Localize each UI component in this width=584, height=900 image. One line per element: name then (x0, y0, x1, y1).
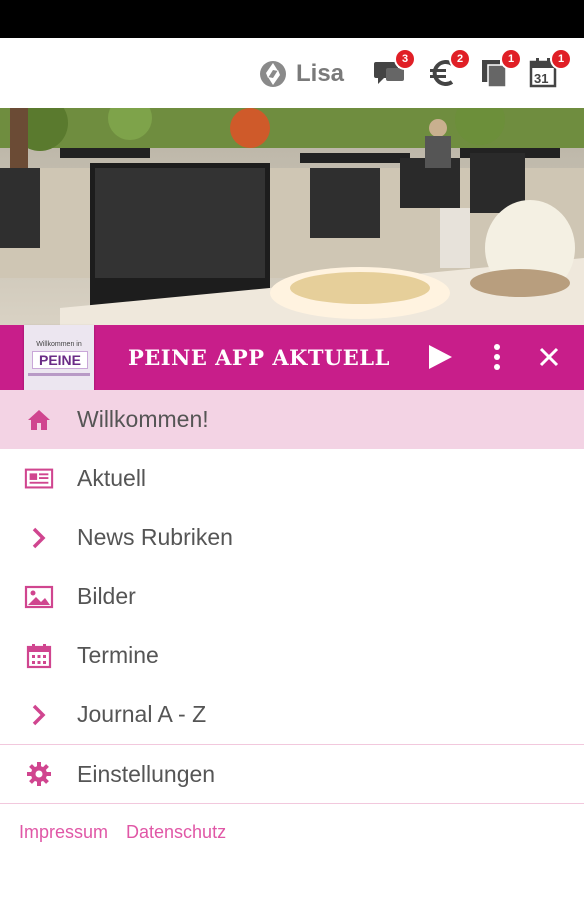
app-bar: Willkommen in PEINE PEINE APP AKTUELL (0, 325, 584, 391)
user-name: Lisa (296, 60, 345, 87)
close-button[interactable] (533, 341, 565, 373)
user-account[interactable]: Lisa (258, 58, 344, 90)
menu-item-label: Willkommen! (77, 406, 209, 432)
menu-item-bilder[interactable]: Bilder (0, 567, 584, 626)
calendar-day: 31 (534, 71, 549, 86)
menu-item-einstellungen[interactable]: Einstellungen (0, 745, 584, 803)
menu-item-label: Bilder (77, 583, 136, 609)
euro-badge: 2 (451, 50, 469, 68)
menu-item-aktuell[interactable]: Aktuell (0, 449, 584, 508)
footer-links: Impressum Datenschutz (19, 822, 226, 843)
app-logo[interactable]: Willkommen in PEINE (24, 325, 94, 391)
chevron-right-icon (24, 700, 54, 730)
status-bar (0, 0, 584, 38)
header-photo (0, 108, 584, 325)
logo-stripe (28, 373, 90, 376)
user-logo-icon (260, 61, 286, 87)
impressum-link[interactable]: Impressum (19, 822, 108, 843)
messages-button[interactable]: 3 (372, 50, 414, 92)
gear-icon (24, 759, 54, 789)
app-title: PEINE APP AKTUELL (128, 345, 390, 370)
play-icon (429, 345, 452, 369)
home-icon (24, 405, 54, 435)
more-options-button[interactable] (481, 341, 513, 373)
menu-item-news-rubriken[interactable]: News Rubriken (0, 508, 584, 567)
datenschutz-link[interactable]: Datenschutz (126, 822, 226, 843)
logo-title: PEINE (32, 351, 88, 369)
menu-item-willkommen[interactable]: Willkommen! (0, 390, 584, 449)
menu-item-label: Journal A - Z (77, 701, 207, 727)
documents-badge: 1 (502, 50, 520, 68)
chevron-right-icon (24, 523, 54, 553)
menu-item-label: Aktuell (77, 465, 147, 491)
menu-item-journal[interactable]: Journal A - Z (0, 685, 584, 744)
image-icon (24, 582, 54, 612)
close-icon (539, 347, 559, 367)
nav-menu: Willkommen! Aktuell News Rubriken Bilder… (0, 390, 584, 804)
menu-item-label: Termine (77, 642, 159, 668)
messages-badge: 3 (396, 50, 414, 68)
menu-item-label: News Rubriken (77, 524, 233, 550)
menu-divider (0, 803, 584, 804)
calendar-icon (24, 641, 54, 671)
menu-item-label: Einstellungen (77, 760, 216, 787)
top-bar: Lisa 3 2 1 31 1 (0, 38, 584, 108)
documents-button[interactable]: 1 (478, 50, 520, 92)
euro-button[interactable]: 2 (427, 50, 469, 92)
newspaper-icon (24, 464, 54, 494)
menu-item-termine[interactable]: Termine (0, 626, 584, 685)
play-button[interactable] (424, 341, 456, 373)
logo-caption: Willkommen in (36, 341, 82, 348)
calendar-button[interactable]: 31 1 (528, 50, 570, 92)
more-vertical-icon (494, 344, 500, 370)
calendar-badge: 1 (552, 50, 570, 68)
